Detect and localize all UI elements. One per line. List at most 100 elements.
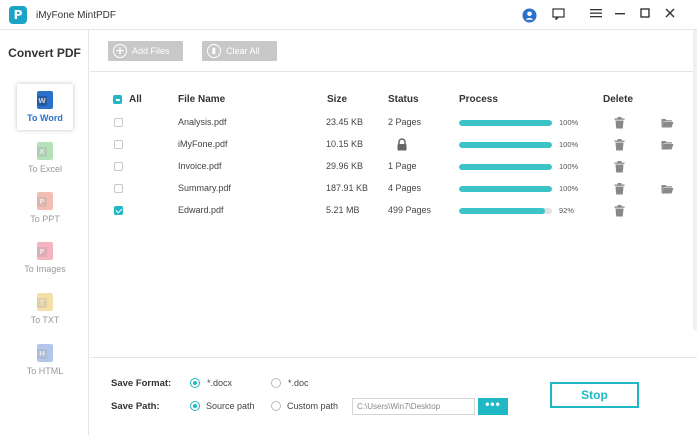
trash-icon[interactable] bbox=[614, 161, 625, 173]
minimize-icon[interactable] bbox=[610, 6, 630, 24]
open-folder-icon[interactable] bbox=[661, 118, 674, 128]
progress-fill bbox=[459, 208, 545, 214]
file-type-badge: H bbox=[37, 349, 47, 359]
title-bar: P iMyFone MintPDF bbox=[0, 0, 697, 30]
file-name: Analysis.pdf bbox=[178, 117, 227, 127]
sidebar-item-label: To Excel bbox=[27, 164, 62, 174]
file-type-badge: X bbox=[37, 147, 47, 157]
sidebar-item-to-word[interactable]: W To Word bbox=[17, 84, 73, 130]
menu-icon[interactable] bbox=[586, 6, 606, 24]
file-name: Summary.pdf bbox=[178, 183, 231, 193]
progress-bar bbox=[459, 186, 552, 192]
progress-fill bbox=[459, 120, 552, 126]
table-row: iMyFone.pdf 10.15 KB 100% bbox=[90, 134, 697, 156]
trash-icon[interactable] bbox=[614, 139, 625, 151]
path-input[interactable]: C:\Users\Win7\Desktop bbox=[352, 398, 475, 415]
file-type-badge: T bbox=[37, 298, 47, 308]
row-checkbox[interactable] bbox=[114, 184, 123, 193]
source-path-label: Source path bbox=[206, 401, 255, 411]
add-files-button[interactable]: + Add Files bbox=[108, 41, 183, 61]
clear-all-button[interactable]: ▮ Clear All bbox=[202, 41, 277, 61]
sidebar-item-to-txt[interactable]: T To TXT bbox=[17, 286, 73, 332]
progress-fill bbox=[459, 142, 552, 148]
file-size: 5.21 MB bbox=[326, 205, 360, 215]
row-checkbox[interactable] bbox=[114, 118, 123, 127]
sidebar: Convert PDF W To Word X To Excel P To PPT P To … bbox=[0, 30, 89, 435]
sidebar-item-label: To HTML bbox=[26, 366, 64, 376]
progress-percent: 100% bbox=[559, 118, 579, 127]
header-delete: Delete bbox=[603, 94, 634, 105]
file-type-icon: P bbox=[37, 242, 53, 260]
progress-percent: 100% bbox=[559, 140, 579, 149]
progress-bar bbox=[459, 142, 552, 148]
trash-icon[interactable] bbox=[614, 205, 625, 217]
toolbar: + Add Files ▮ Clear All bbox=[90, 30, 697, 72]
file-status: 1 Page bbox=[388, 161, 417, 171]
header-all: All bbox=[129, 94, 142, 105]
file-type-badge: P bbox=[37, 247, 47, 257]
trash-icon[interactable] bbox=[614, 183, 625, 195]
progress-bar bbox=[459, 120, 552, 126]
trash-icon[interactable] bbox=[614, 117, 625, 129]
file-table: All File Name Size Status Process Delete… bbox=[90, 73, 697, 356]
plus-icon: + bbox=[113, 44, 127, 58]
format-doc-label: *.doc bbox=[288, 378, 309, 388]
stop-button[interactable]: Stop bbox=[550, 382, 639, 408]
row-checkbox[interactable] bbox=[114, 162, 123, 171]
custom-path-label: Custom path bbox=[287, 401, 339, 411]
progress-percent: 100% bbox=[559, 162, 579, 171]
sidebar-item-to-excel[interactable]: X To Excel bbox=[17, 135, 73, 181]
file-type-badge: W bbox=[37, 96, 47, 106]
file-type-icon: W bbox=[37, 91, 53, 109]
file-type-badge: P bbox=[37, 197, 47, 207]
progress-fill bbox=[459, 186, 552, 192]
file-size: 187.91 KB bbox=[326, 183, 369, 193]
feedback-icon[interactable] bbox=[548, 6, 568, 24]
format-doc-radio[interactable] bbox=[271, 378, 281, 388]
sidebar-title: Convert PDF bbox=[8, 46, 81, 60]
header-file-name: File Name bbox=[178, 94, 226, 105]
header-status: Status bbox=[388, 94, 419, 105]
lock-icon[interactable] bbox=[396, 138, 408, 151]
browse-button[interactable]: ••• bbox=[478, 398, 508, 415]
table-row: Invoice.pdf 29.96 KB 1 Page 100% bbox=[90, 156, 697, 178]
table-row: Edward.pdf 5.21 MB 499 Pages 92% bbox=[90, 200, 697, 222]
file-status: 2 Pages bbox=[388, 117, 422, 127]
sidebar-item-label: To Word bbox=[27, 113, 63, 123]
maximize-icon[interactable] bbox=[635, 6, 655, 24]
file-status: 4 Pages bbox=[388, 183, 422, 193]
sidebar-item-label: To Images bbox=[24, 264, 66, 274]
app-title: iMyFone MintPDF bbox=[36, 10, 117, 21]
sidebar-item-to-images[interactable]: P To Images bbox=[17, 235, 73, 281]
progress-percent: 92% bbox=[559, 206, 575, 215]
account-icon[interactable] bbox=[519, 6, 539, 24]
format-docx-label: *.docx bbox=[207, 378, 233, 388]
scrollbar[interactable] bbox=[693, 30, 697, 330]
source-path-radio[interactable] bbox=[190, 401, 200, 411]
file-status: 499 Pages bbox=[388, 205, 432, 215]
select-all-checkbox[interactable] bbox=[113, 95, 122, 104]
clear-all-label: Clear All bbox=[226, 46, 260, 56]
close-icon[interactable] bbox=[660, 6, 680, 24]
sidebar-item-to-html[interactable]: H To HTML bbox=[17, 337, 73, 383]
file-name: iMyFone.pdf bbox=[178, 139, 228, 149]
app-logo-icon: P bbox=[9, 6, 27, 24]
add-files-label: Add Files bbox=[132, 46, 170, 56]
custom-path-radio[interactable] bbox=[271, 401, 281, 411]
file-size: 10.15 KB bbox=[326, 139, 364, 149]
progress-fill bbox=[459, 164, 552, 170]
file-type-icon: P bbox=[37, 192, 53, 210]
sidebar-item-label: To TXT bbox=[30, 315, 60, 325]
format-docx-radio[interactable] bbox=[190, 378, 200, 388]
progress-percent: 100% bbox=[559, 184, 579, 193]
sidebar-item-label: To PPT bbox=[30, 214, 60, 224]
open-folder-icon[interactable] bbox=[661, 184, 674, 194]
open-folder-icon[interactable] bbox=[661, 140, 674, 150]
row-checkbox[interactable] bbox=[114, 140, 123, 149]
file-type-icon: T bbox=[37, 293, 53, 311]
header-size: Size bbox=[327, 94, 348, 105]
sidebar-item-to-ppt[interactable]: P To PPT bbox=[17, 185, 73, 231]
row-checkbox[interactable] bbox=[114, 206, 123, 215]
settings-panel: Save Format: *.docx *.doc Save Path: Sou… bbox=[90, 357, 697, 435]
file-type-icon: X bbox=[37, 142, 53, 160]
